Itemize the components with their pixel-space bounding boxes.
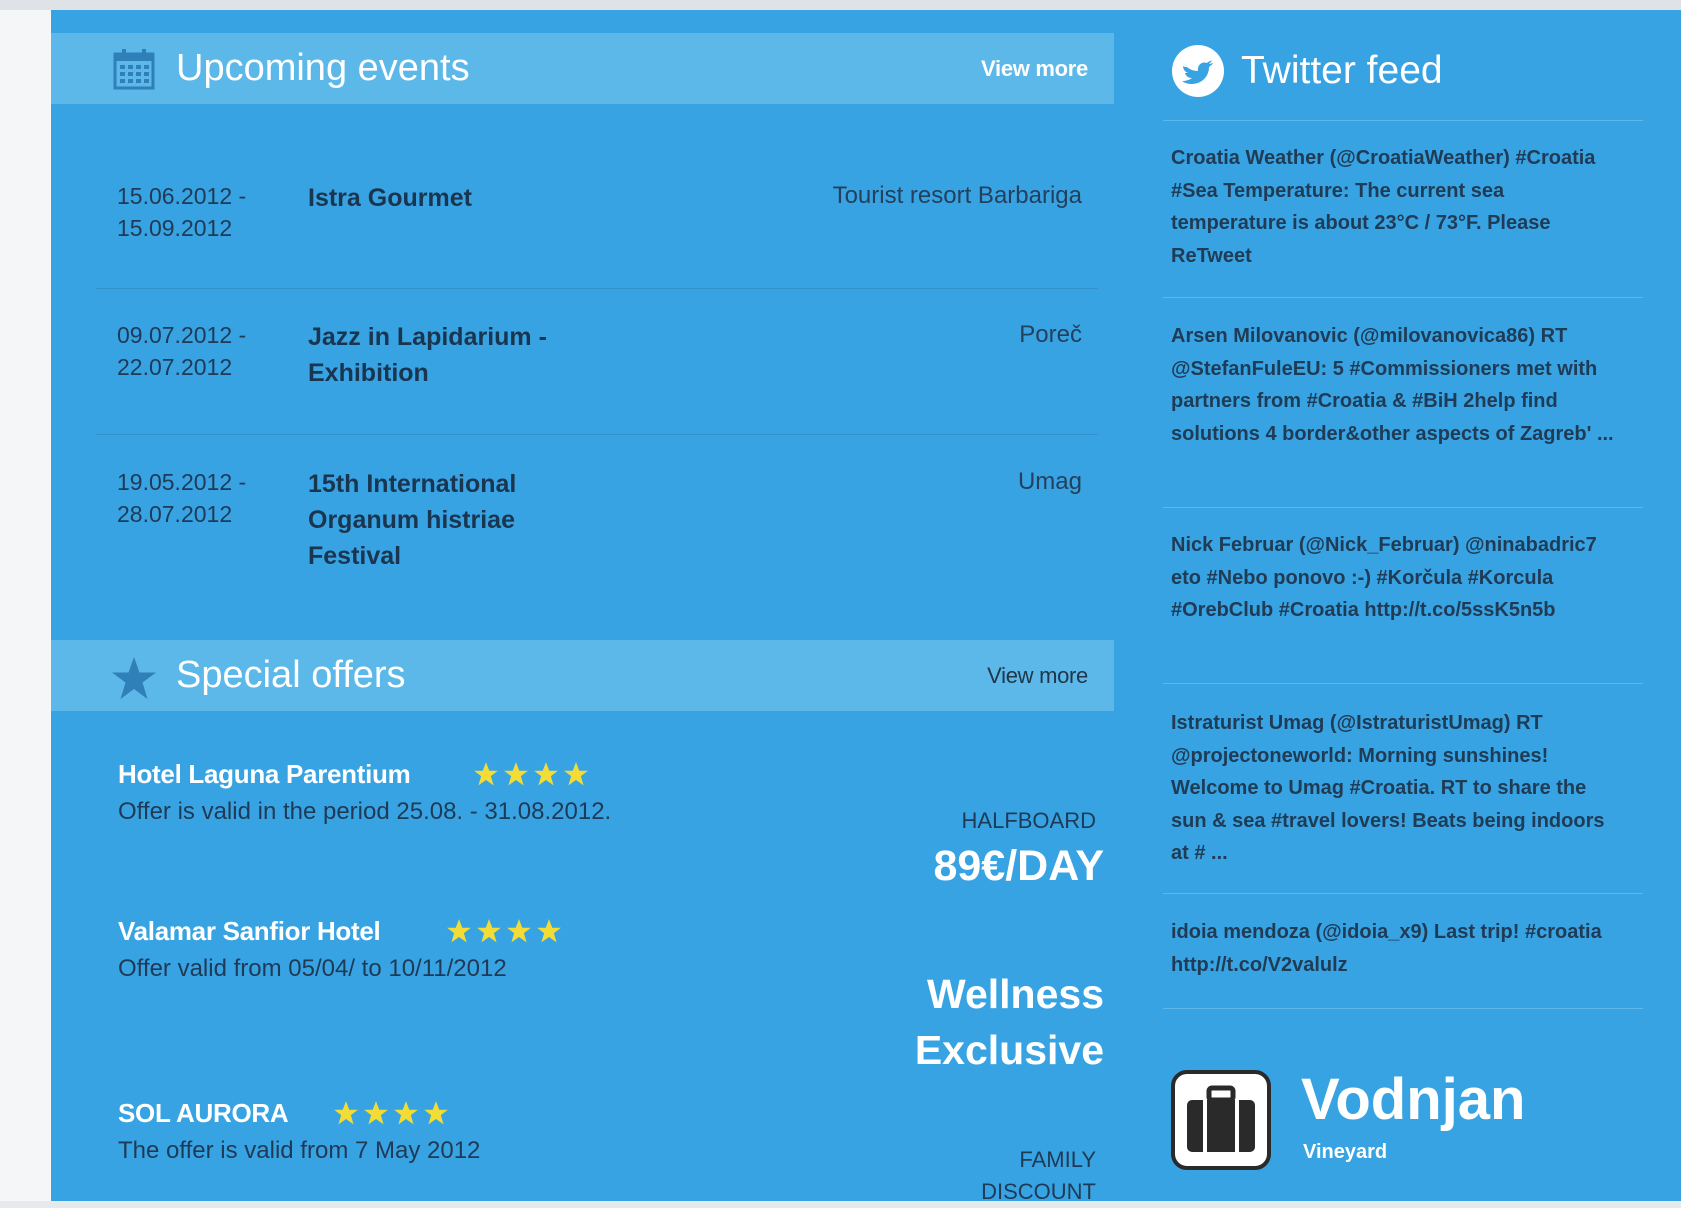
offer-label: HALFBOARD	[961, 808, 1096, 833]
offer-price: 89€/DAY	[933, 842, 1104, 890]
star-icon	[504, 762, 528, 786]
star-rating	[446, 918, 562, 944]
star-rating	[473, 761, 589, 787]
event-row[interactable]: 09.07.2012 - 22.07.2012 Jazz in Lapidari…	[96, 319, 1098, 435]
star-icon	[364, 1101, 388, 1125]
twitter-bird-icon[interactable]	[1171, 44, 1225, 98]
offer-description: The offer is valid from 7 May 2012	[118, 1137, 481, 1164]
divider	[1163, 1008, 1643, 1009]
star-rating	[333, 1100, 449, 1126]
star-icon	[394, 1101, 418, 1125]
special-offers-title: Special offers	[176, 654, 406, 696]
tweet-item[interactable]: Croatia Weather (@CroatiaWeather) #Croat…	[1171, 142, 1621, 272]
star-icon	[534, 762, 558, 786]
tweet-item[interactable]: idoia mendoza (@idoia_x9) Last trip! #cr…	[1171, 916, 1621, 981]
offer-hotel-name[interactable]: Hotel Laguna Parentium	[118, 757, 411, 791]
events-view-more-link[interactable]: View more	[981, 57, 1088, 81]
star-icon	[507, 919, 531, 943]
event-location: Poreč	[1019, 321, 1082, 348]
event-name[interactable]: 15th International Organum histriae Fest…	[308, 466, 608, 574]
offer-item[interactable]: Hotel Laguna Parentium Offer is valid in…	[118, 757, 1118, 897]
divider	[1163, 297, 1643, 298]
special-offers-header: Special offers View more	[51, 640, 1114, 711]
star-icon	[564, 762, 588, 786]
event-row[interactable]: 19.05.2012 - 28.07.2012 15th Internation…	[96, 466, 1098, 586]
offer-hotel-name[interactable]: SOL AURORA	[118, 1096, 289, 1130]
offer-item[interactable]: SOL AURORA The offer is valid from 7 May…	[118, 1096, 1118, 1204]
divider	[1163, 507, 1643, 508]
event-name[interactable]: Istra Gourmet	[308, 180, 608, 216]
star-icon	[447, 919, 471, 943]
tweet-item[interactable]: Istraturist Umag (@IstraturistUmag) RT @…	[1171, 707, 1621, 870]
offer-label: FAMILY DISCOUNT	[981, 1147, 1096, 1204]
tweet-item[interactable]: Nick Februar (@Nick_Februar) @ninabadric…	[1171, 529, 1621, 627]
tweet-item[interactable]: Arsen Milovanovic (@milovanovica86) RT @…	[1171, 320, 1621, 450]
brand-name[interactable]: Vodnjan	[1301, 1068, 1525, 1132]
offer-description: Offer valid from 05/04/ to 10/11/2012	[118, 955, 507, 982]
offer-headline: Wellness Exclusive	[914, 971, 1104, 1073]
suitcase-logo[interactable]	[1171, 1070, 1271, 1170]
star-icon	[537, 919, 561, 943]
star-icon	[334, 1101, 358, 1125]
divider	[1163, 683, 1643, 684]
calendar-icon	[113, 49, 155, 90]
left-gutter	[0, 10, 51, 1201]
event-date: 19.05.2012 - 28.07.2012	[117, 469, 247, 527]
suitcase-icon	[1187, 1085, 1255, 1152]
star-icon	[424, 1101, 448, 1125]
divider	[1163, 893, 1643, 894]
event-location: Umag	[1017, 468, 1082, 495]
offer-item[interactable]: Valamar Sanfior Hotel Offer valid from 0…	[118, 914, 1118, 1084]
event-name[interactable]: Jazz in Lapidarium - Exhibition	[308, 319, 608, 391]
event-location: Tourist resort Barbariga	[832, 182, 1082, 209]
event-date: 09.07.2012 - 22.07.2012	[117, 322, 247, 380]
upcoming-events-header: Upcoming events View more	[51, 33, 1114, 104]
offer-description: Offer is valid in the period 25.08. - 31…	[118, 798, 612, 825]
event-row[interactable]: 15.06.2012 - 15.09.2012 Istra Gourmet To…	[96, 180, 1098, 289]
offer-hotel-name[interactable]: Valamar Sanfior Hotel	[118, 914, 381, 948]
divider	[1163, 120, 1643, 121]
star-icon	[112, 657, 156, 699]
upcoming-events-title: Upcoming events	[176, 47, 470, 89]
event-date: 15.06.2012 - 15.09.2012	[117, 183, 247, 241]
twitter-feed-title: Twitter feed	[1241, 49, 1443, 92]
offers-view-more-link[interactable]: View more	[987, 664, 1088, 688]
star-icon	[477, 919, 501, 943]
brand-subtitle: Vineyard	[1303, 1141, 1388, 1163]
star-icon	[474, 762, 498, 786]
main-content: Upcoming events View more 15.06.2012 - 1…	[51, 10, 1681, 1204]
